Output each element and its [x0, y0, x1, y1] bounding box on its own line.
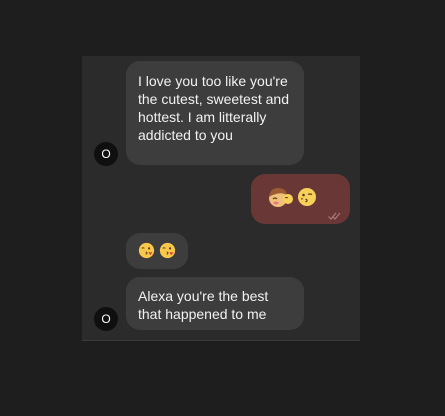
avatar-initial: O [101, 312, 111, 326]
avatar-initial: O [101, 147, 111, 161]
incoming-message-bubble[interactable] [126, 233, 188, 269]
emoji-row [267, 185, 350, 209]
avatar[interactable]: O [94, 307, 118, 331]
face-blowing-kiss-emoji [159, 242, 176, 259]
incoming-message-bubble[interactable]: Alexa you're the best that happened to m… [126, 277, 304, 330]
emoji-row [138, 242, 188, 259]
message-text: I love you too like you're the cutest, s… [138, 73, 289, 143]
outgoing-message-bubble[interactable] [251, 174, 350, 224]
avatar[interactable]: O [94, 142, 118, 166]
chat-panel: O I love you too like you're the cutest,… [82, 56, 360, 341]
kissing-face-emoji [298, 188, 316, 206]
face-blowing-kiss-emoji [138, 242, 155, 259]
message-text: Alexa you're the best that happened to m… [138, 288, 269, 322]
read-ticks-icon [328, 212, 341, 220]
kissing-couple-emoji [269, 188, 293, 207]
incoming-message-bubble[interactable]: I love you too like you're the cutest, s… [126, 61, 304, 165]
